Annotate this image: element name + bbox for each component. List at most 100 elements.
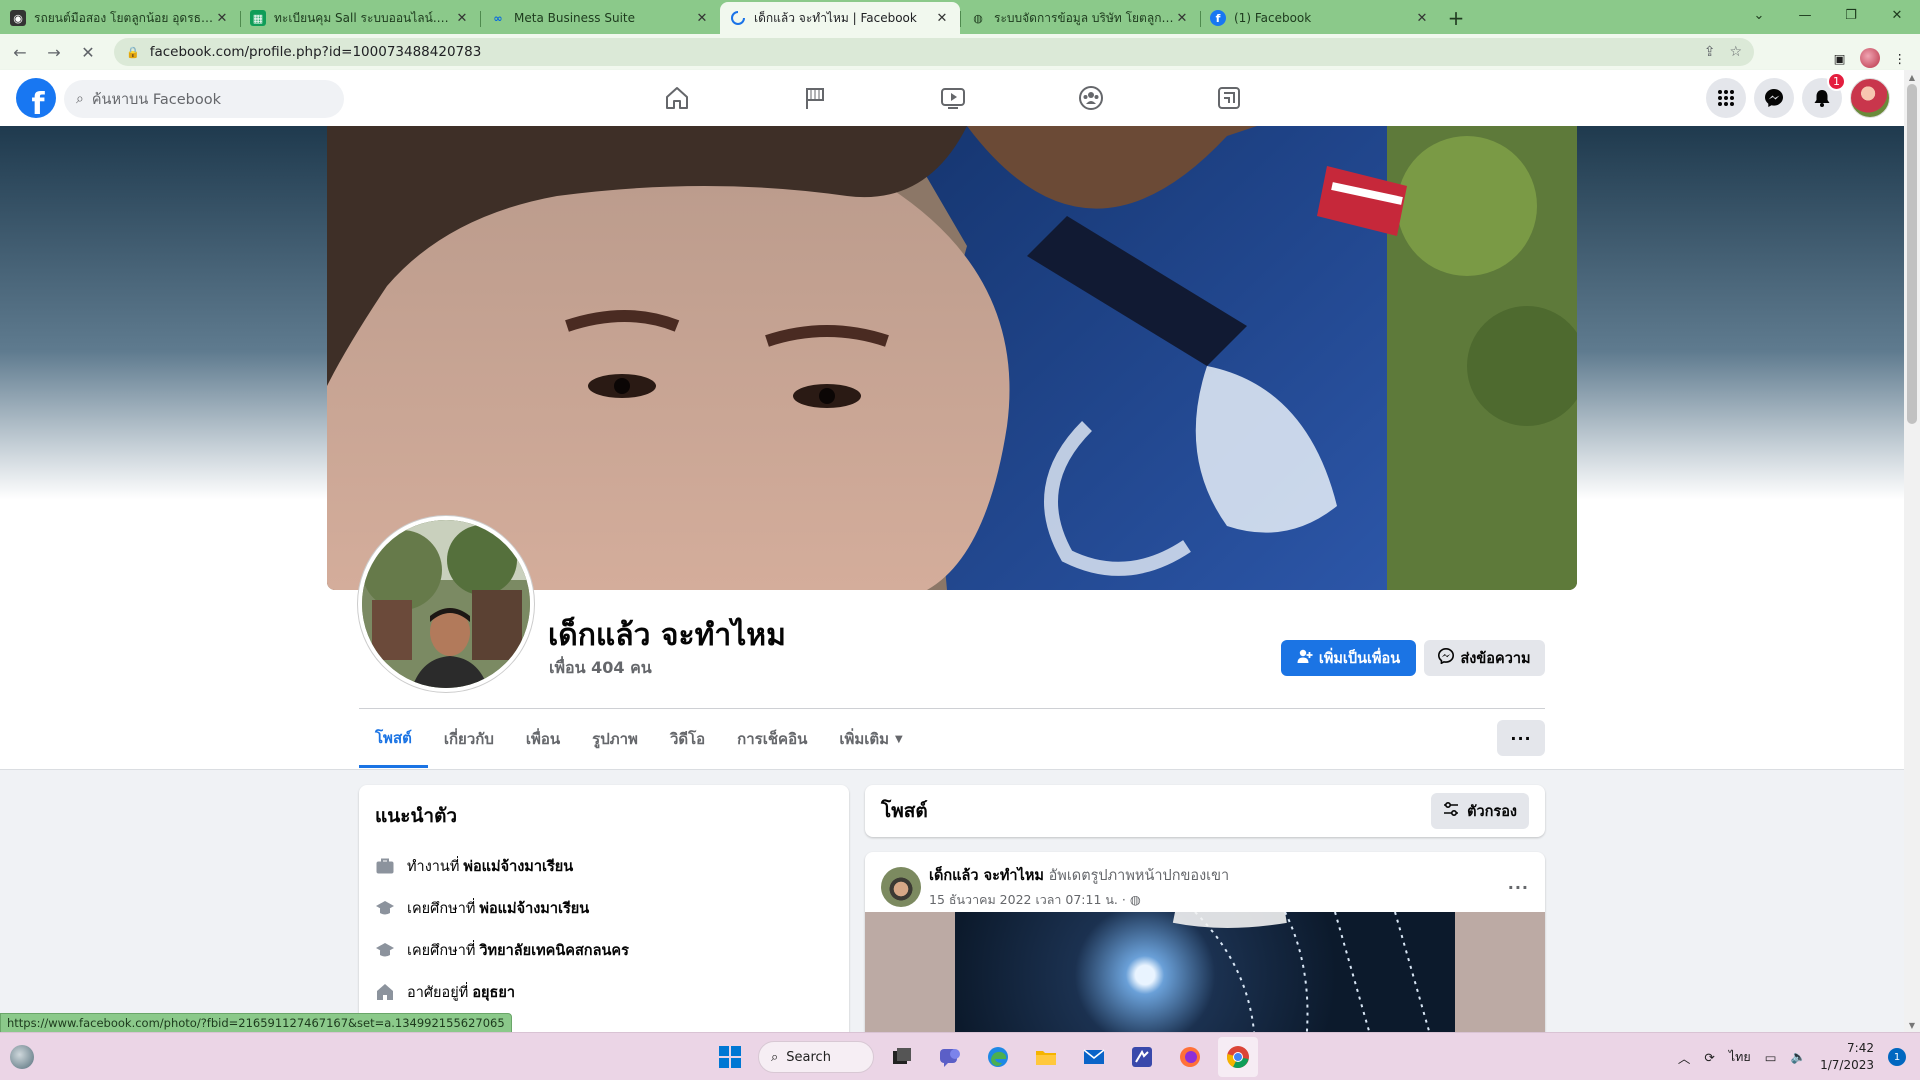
- post-options-icon[interactable]: ···: [1508, 878, 1529, 897]
- cover-photo[interactable]: [327, 126, 1577, 590]
- gaming-icon[interactable]: [1160, 70, 1298, 126]
- notification-center-badge[interactable]: 1: [1888, 1048, 1906, 1066]
- browser-tab[interactable]: f (1) Facebook ✕: [1200, 2, 1440, 34]
- filter-button[interactable]: ตัวกรอง: [1431, 793, 1529, 829]
- profile-picture[interactable]: [358, 516, 534, 692]
- home-nav-icon[interactable]: [608, 70, 746, 126]
- tab-title: (1) Facebook: [1234, 11, 1312, 25]
- browser-tab[interactable]: ◍ ระบบจัดการข้อมูล บริษัท โยตลูกน้อย จ ✕: [960, 2, 1200, 34]
- bookmark-star-icon[interactable]: ☆: [1729, 44, 1742, 60]
- notifications-bell-icon[interactable]: 1: [1802, 72, 1846, 118]
- mail-icon[interactable]: [1074, 1037, 1114, 1077]
- intro-row-prefix: เคยศึกษาที่: [407, 900, 476, 917]
- app-icon[interactable]: [1122, 1037, 1162, 1077]
- send-message-button[interactable]: ส่งข้อความ: [1424, 640, 1545, 676]
- tab-about[interactable]: เกี่ยวกับ: [428, 710, 510, 768]
- restore-icon[interactable]: ❐: [1828, 0, 1874, 30]
- browser-profile-avatar[interactable]: [1859, 48, 1880, 68]
- tab-posts[interactable]: โพสต์: [359, 710, 428, 768]
- close-icon[interactable]: ✕: [1414, 11, 1430, 26]
- side-panel-icon[interactable]: ▣: [1834, 51, 1846, 66]
- close-icon[interactable]: ✕: [214, 11, 230, 26]
- pages-flag-icon[interactable]: [746, 70, 884, 126]
- stop-loading-icon[interactable]: ✕: [74, 38, 102, 66]
- close-icon[interactable]: ✕: [934, 11, 950, 26]
- close-icon[interactable]: ✕: [1174, 11, 1190, 26]
- loading-icon: [730, 10, 746, 26]
- minimize-icon[interactable]: —: [1782, 0, 1828, 30]
- intro-row-value[interactable]: วิทยาลัยเทคนิคสกลนคร: [479, 939, 628, 962]
- task-view-icon[interactable]: [882, 1037, 922, 1077]
- volume-icon[interactable]: 🔈: [1791, 1049, 1807, 1065]
- intro-card: แนะนำตัว ทำงานที่ พ่อแม่จ้างมาเรียน เคยศ…: [359, 785, 849, 1045]
- post-timestamp[interactable]: 15 ธันวาคม 2022 เวลา 07:11 น.: [929, 892, 1118, 907]
- tab-more[interactable]: เพิ่มเติม ▼: [823, 710, 918, 768]
- link-status-bubble: https://www.facebook.com/photo/?fbid=216…: [0, 1013, 512, 1033]
- post-image[interactable]: [865, 912, 1545, 1052]
- tab-videos[interactable]: วิดีโอ: [654, 710, 721, 768]
- file-explorer-icon[interactable]: [1026, 1037, 1066, 1077]
- globe-icon: ◍: [973, 11, 983, 25]
- edge-browser-icon[interactable]: [978, 1037, 1018, 1077]
- close-window-icon[interactable]: ✕: [1874, 0, 1920, 30]
- post-author-line: เด็กแล้ว จะทำไหม อัพเดตรูปภาพหน้าปกของเข…: [929, 864, 1229, 887]
- browser-tab[interactable]: ▦ ทะเบียนคุม Sall ระบบออนไลน์.xlsx - G ✕: [240, 2, 480, 34]
- friend-count-link[interactable]: เพื่อน 404 คน: [549, 656, 652, 681]
- tab-photos[interactable]: รูปภาพ: [576, 710, 654, 768]
- scroll-down-arrow-icon[interactable]: ▼: [1904, 1018, 1920, 1032]
- chrome-icon[interactable]: [1218, 1037, 1258, 1077]
- tab-friends[interactable]: เพื่อน: [510, 710, 576, 768]
- facebook-search-input[interactable]: ⌕ ค้นหาบน Facebook: [64, 80, 344, 118]
- teams-chat-icon[interactable]: [930, 1037, 970, 1077]
- scroll-up-arrow-icon[interactable]: ▲: [1904, 70, 1920, 84]
- taskbar-search-box[interactable]: ⌕ Search: [758, 1041, 874, 1073]
- posts-title: โพสต์: [881, 800, 928, 822]
- close-icon[interactable]: ✕: [694, 11, 710, 26]
- share-icon[interactable]: ⇪: [1704, 44, 1716, 60]
- sync-icon[interactable]: ⟳: [1704, 1050, 1714, 1065]
- add-friend-button[interactable]: เพิ่มเป็นเพื่อน: [1281, 640, 1416, 676]
- browser-menu-icon[interactable]: ⋮: [1894, 51, 1907, 66]
- account-avatar[interactable]: [1850, 78, 1890, 118]
- page-scrollbar[interactable]: ▲ ▼: [1904, 70, 1920, 1032]
- notification-badge: 1: [1827, 72, 1846, 91]
- browser-tab[interactable]: ◉ รถยนต์มือสอง โยตลูกน้อย อุดรธานี ✕: [0, 2, 240, 34]
- watch-video-icon[interactable]: [884, 70, 1022, 126]
- facebook-icon: f: [1210, 10, 1226, 26]
- tab-checkins[interactable]: การเช็คอิน: [721, 710, 823, 768]
- taskbar-search-label: Search: [786, 1049, 831, 1065]
- input-language[interactable]: ไทย: [1729, 1047, 1751, 1067]
- taskbar-clock[interactable]: 7:42 1/7/2023: [1820, 1040, 1874, 1074]
- close-icon[interactable]: ✕: [454, 11, 470, 26]
- tray-chevron-up-icon[interactable]: ︿: [1678, 1048, 1691, 1067]
- messenger-icon: [1438, 647, 1455, 668]
- network-icon[interactable]: ▭: [1765, 1050, 1777, 1065]
- messenger-icon[interactable]: [1754, 78, 1794, 118]
- post-author-avatar[interactable]: [881, 867, 921, 907]
- menu-grid-icon[interactable]: [1706, 78, 1746, 118]
- browser-tab-active[interactable]: เด็กแล้ว จะทำไหม | Facebook ✕: [720, 2, 960, 34]
- briefcase-icon: [375, 856, 395, 876]
- tab-search-icon[interactable]: ⌄: [1736, 0, 1782, 30]
- scrollbar-thumb[interactable]: [1907, 84, 1917, 424]
- intro-row-value[interactable]: พ่อแม่จ้างมาเรียน: [479, 897, 589, 920]
- intro-row-value[interactable]: อยุธยา: [472, 981, 515, 1004]
- windows-taskbar: ⌕ Search ︿ ⟳ ไทย ▭ 🔈 7:42 1/7/2023 1: [0, 1032, 1920, 1080]
- start-windows-icon[interactable]: [710, 1037, 750, 1077]
- widgets-icon[interactable]: [10, 1045, 34, 1069]
- browser-tab[interactable]: ∞ Meta Business Suite ✕: [480, 2, 720, 34]
- back-icon[interactable]: ←: [6, 38, 34, 66]
- intro-row-value[interactable]: พ่อแม่จ้างมาเรียน: [463, 855, 573, 878]
- groups-icon[interactable]: [1022, 70, 1160, 126]
- post-author-name[interactable]: เด็กแล้ว จะทำไหม: [929, 868, 1044, 884]
- profile-more-options-button[interactable]: ···: [1497, 720, 1545, 756]
- search-icon: ⌕: [76, 91, 84, 107]
- firefox-icon[interactable]: [1170, 1037, 1210, 1077]
- graduation-cap-icon: [375, 940, 395, 960]
- lock-icon[interactable]: 🔒: [126, 46, 140, 59]
- address-bar[interactable]: 🔒 facebook.com/profile.php?id=1000734884…: [114, 38, 1754, 66]
- facebook-logo[interactable]: f: [16, 78, 56, 118]
- header-bottom-border: [0, 769, 1904, 770]
- forward-icon[interactable]: →: [40, 38, 68, 66]
- new-tab-button[interactable]: +: [1440, 2, 1472, 34]
